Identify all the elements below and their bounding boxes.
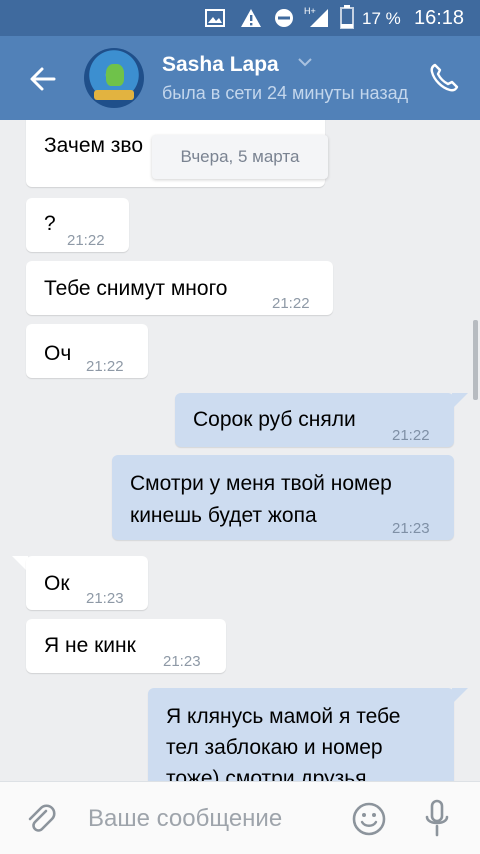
smile-icon[interactable] <box>351 801 387 837</box>
battery-icon <box>340 5 354 29</box>
avatar[interactable] <box>84 48 144 108</box>
contact-name[interactable]: Sasha Lapa <box>162 53 279 77</box>
warning-icon <box>241 9 261 27</box>
message-bubble-incoming[interactable]: ? 21:22 <box>26 198 129 252</box>
status-time: 16:18 <box>414 7 465 29</box>
avatar-character <box>106 64 124 86</box>
image-icon <box>205 9 225 27</box>
bubble-tail <box>452 688 468 704</box>
message-time: 21:23 <box>392 520 430 537</box>
date-divider: Вчера, 5 марта <box>152 135 328 179</box>
chat-header: Sasha Lapa была в сети 24 минуты назад <box>0 36 480 120</box>
do-not-disturb-icon <box>275 9 293 27</box>
message-text: тоже) смотри друзья <box>166 767 367 781</box>
back-arrow-icon[interactable] <box>28 64 58 94</box>
message-time: 21:22 <box>392 427 430 444</box>
message-time: 21:22 <box>272 295 310 312</box>
microphone-icon[interactable] <box>422 799 452 839</box>
phone-icon[interactable] <box>428 62 460 94</box>
status-bar: H+ 17 % 16:18 <box>0 0 480 36</box>
network-hplus-icon: H+ <box>304 6 328 27</box>
message-time: 21:22 <box>86 358 124 375</box>
bubble-tail <box>452 393 468 409</box>
message-bubble-incoming[interactable]: Тебе снимут много 21:22 <box>26 261 333 315</box>
message-text: Смотри у меня твой номер <box>130 472 392 495</box>
message-time: 21:23 <box>86 590 124 607</box>
scrollbar-thumb[interactable] <box>473 320 478 400</box>
message-text: Зачем зво <box>44 134 144 157</box>
message-text: Сорок руб сняли <box>193 408 356 431</box>
battery-percent: 17 % <box>362 9 401 28</box>
paperclip-icon[interactable] <box>24 802 58 836</box>
contact-status: была в сети 24 минуты назад <box>162 83 408 103</box>
message-text: кинешь будет жопа <box>130 504 317 527</box>
message-text: Я клянусь мамой я тебе <box>166 705 401 728</box>
message-text: ? <box>44 212 56 235</box>
chevron-down-icon[interactable] <box>298 57 312 67</box>
message-bubble-incoming[interactable]: Ок 21:23 <box>26 556 148 610</box>
message-text: тел заблокаю и номер <box>166 736 383 759</box>
avatar-platform <box>94 90 134 100</box>
composer-bar <box>0 781 480 854</box>
message-text: Тебе снимут много <box>44 277 228 300</box>
message-bubble-incoming[interactable]: Я не кинк 21:23 <box>26 619 226 673</box>
message-bubble-incoming[interactable]: Оч 21:22 <box>26 324 148 378</box>
message-time: 21:23 <box>163 653 201 670</box>
svg-text:H+: H+ <box>304 6 316 16</box>
message-bubble-outgoing[interactable]: Я клянусь мамой я тебе тел заблокаю и но… <box>148 688 454 781</box>
message-input[interactable] <box>86 798 340 840</box>
message-text: Я не кинк <box>44 634 136 657</box>
message-bubble-outgoing[interactable]: Сорок руб сняли 21:22 <box>175 393 454 447</box>
message-time: 21:22 <box>67 232 105 249</box>
message-text: Оч <box>44 342 72 365</box>
message-bubble-outgoing[interactable]: Смотри у меня твой номер кинешь будет жо… <box>112 455 454 540</box>
message-text: Ок <box>44 572 70 595</box>
message-list[interactable]: Зачем зво Вчера, 5 марта ? 21:22 Тебе сн… <box>0 120 480 781</box>
